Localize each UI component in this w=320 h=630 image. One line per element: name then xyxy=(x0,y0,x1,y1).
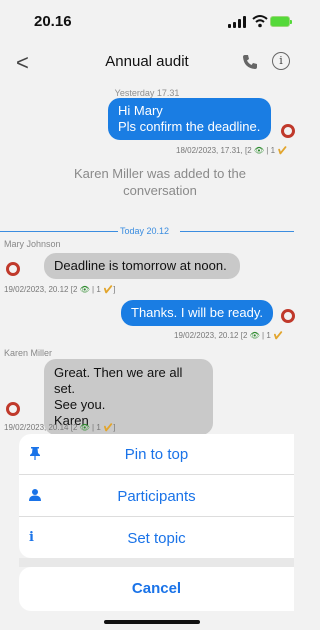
option-label: Participants xyxy=(117,488,196,505)
home-indicator xyxy=(104,620,200,624)
status-time: 20.16 xyxy=(34,13,72,30)
signal-icon xyxy=(228,16,248,28)
message-meta: 19/02/2023, 20.14 [2 👁 | 1 ✔] xyxy=(4,423,116,432)
sender-name: Karen Miller xyxy=(4,348,53,358)
message-text: Pls confirm the deadline. xyxy=(118,119,261,134)
eye-icon: 👁 xyxy=(79,285,90,294)
message-text: See you. xyxy=(54,397,106,412)
eye-icon: 👁 xyxy=(79,423,90,432)
message-meta: 19/02/2023, 20.12 [2 👁 | 1 ✔] xyxy=(4,285,116,294)
battery-icon xyxy=(270,16,292,27)
option-label: Set topic xyxy=(127,530,186,547)
cancel-label: Cancel xyxy=(131,580,182,597)
message-bubble-outgoing[interactable]: Hi Mary Pls confirm the deadline. xyxy=(108,98,271,140)
check-icon: ✔ xyxy=(103,285,114,294)
set-topic-option[interactable]: i Set topic xyxy=(19,518,294,558)
eye-icon: 👁 xyxy=(253,146,265,155)
pin-to-top-option[interactable]: Pin to top xyxy=(19,434,294,475)
check-icon: ✔ xyxy=(273,331,284,340)
eye-icon: 👁 xyxy=(249,331,260,340)
message-text: Great. Then we are all set. xyxy=(54,365,183,396)
check-icon: ✔ xyxy=(277,146,288,155)
sender-name: Mary Johnson xyxy=(4,239,61,249)
info-icon[interactable]: i xyxy=(272,52,290,70)
check-icon: ✔ xyxy=(103,423,114,432)
phone-icon[interactable] xyxy=(242,54,258,70)
wifi-icon xyxy=(252,15,268,28)
date-label: Yesterday 17.31 xyxy=(114,88,180,98)
date-divider-label: Today 20.12 xyxy=(120,226,170,236)
message-bubble-incoming[interactable]: Deadline is tomorrow at noon. xyxy=(44,253,240,279)
cancel-button[interactable]: Cancel xyxy=(19,567,294,611)
avatar xyxy=(281,124,295,138)
message-text: Thanks. I will be ready. xyxy=(131,305,263,320)
avatar xyxy=(281,309,295,323)
message-meta: 18/02/2023, 17.31, [2 👁 | 1 ✔ xyxy=(176,146,288,155)
avatar xyxy=(6,262,20,276)
obscured-input-bar xyxy=(19,558,294,567)
option-label: Pin to top xyxy=(124,446,189,463)
message-text: Deadline is tomorrow at noon. xyxy=(54,258,227,273)
participants-option[interactable]: Participants xyxy=(19,476,294,517)
avatar xyxy=(6,402,20,416)
message-bubble-outgoing[interactable]: Thanks. I will be ready. xyxy=(121,300,273,326)
message-text: Hi Mary xyxy=(118,103,163,118)
system-message: Karen Miller was added to the conversati… xyxy=(74,166,246,198)
action-sheet: Pin to top Participants i Set topic xyxy=(19,434,294,558)
divider-line xyxy=(180,231,294,232)
divider-line xyxy=(0,231,118,232)
message-meta: 19/02/2023, 20.12 [2 👁 | 1 ✔ xyxy=(174,331,284,340)
